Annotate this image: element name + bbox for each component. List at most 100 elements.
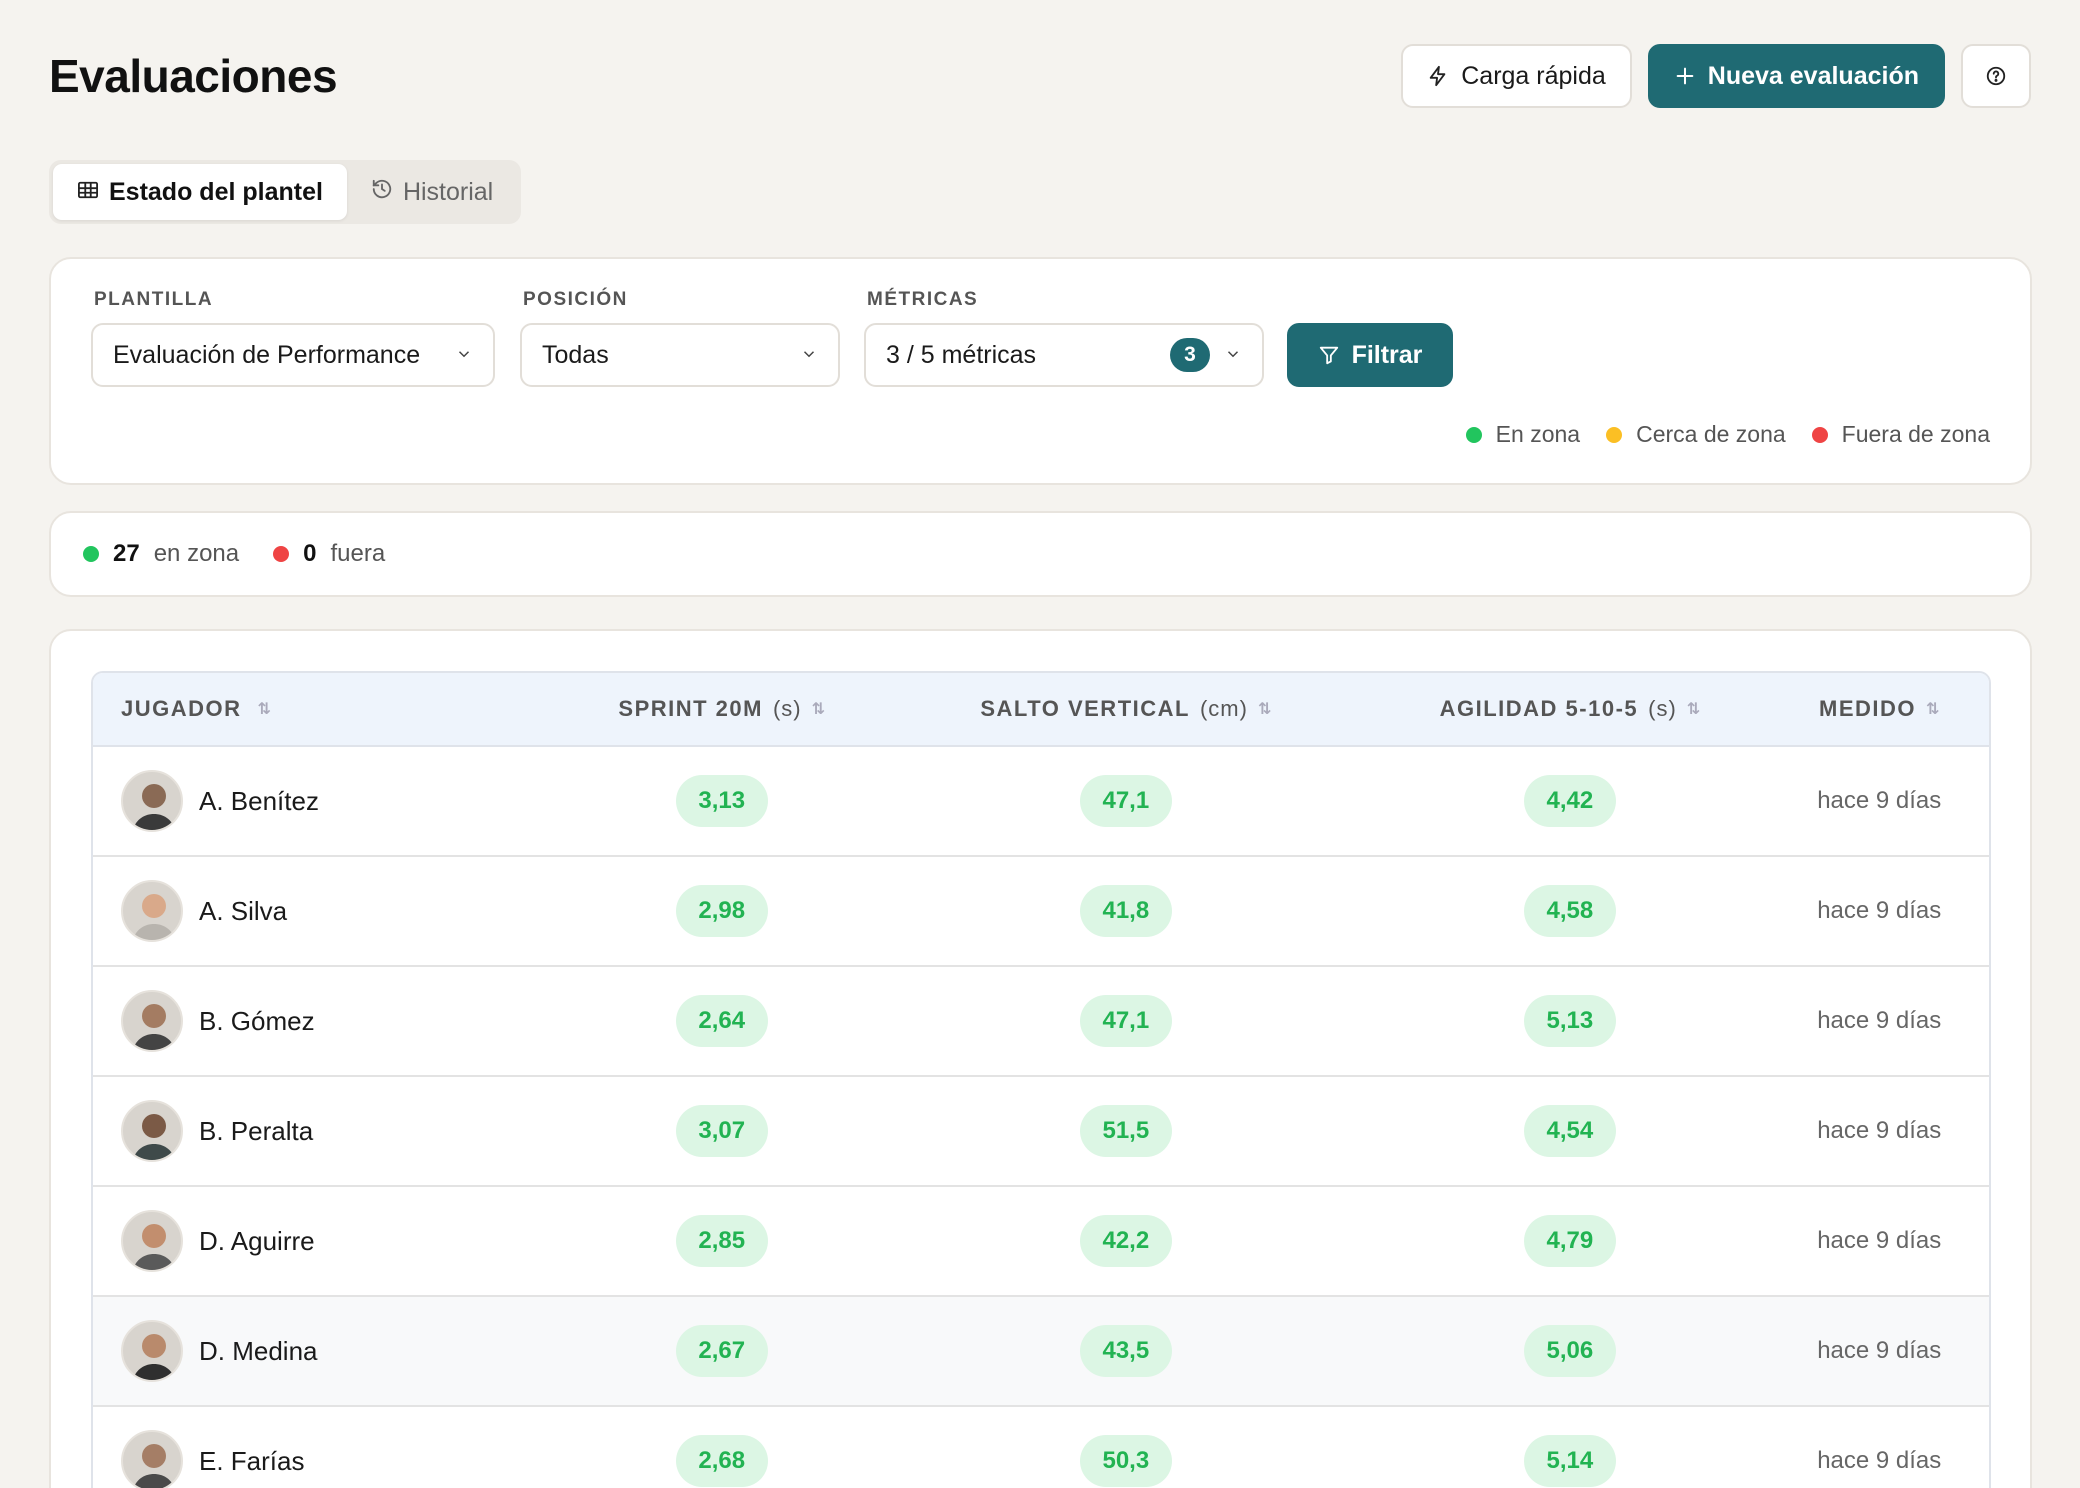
template-filter: PLANTILLA Evaluación de Performance [91,289,495,387]
legend-label: En zona [1495,421,1581,447]
legend-in-zone: En zona [1465,421,1581,448]
template-select[interactable]: Evaluación de Performance [91,323,495,387]
metrics-select-value: 3 / 5 métricas [886,340,1037,369]
player-name: B. Peralta [199,1115,314,1146]
metric-value-pill: 3,13 [675,775,768,827]
player-name: A. Benítez [199,785,319,816]
metrics-select[interactable]: 3 / 5 métricas 3 [864,323,1264,387]
history-icon [371,178,393,207]
new-evaluation-label: Nueva evaluación [1707,61,1919,90]
filter-button-label: Filtrar [1351,340,1423,369]
metric-value-pill: 41,8 [1079,885,1172,937]
measured-text: hace 9 días [1817,1227,1942,1254]
red-dot-icon [273,546,290,562]
position-select[interactable]: Todas [520,323,840,387]
chevron-down-icon [800,341,818,370]
metrics-filter-label: MÉTRICAS [867,289,979,310]
player-name: D. Medina [199,1335,318,1366]
agilidad-cell: 4,79 [1370,1215,1769,1267]
chevron-down-icon [1224,341,1242,370]
template-select-value: Evaluación de Performance [113,340,421,369]
player-name: E. Farías [199,1445,305,1476]
funnel-icon [1318,344,1340,366]
agilidad-cell: 5,14 [1370,1435,1769,1487]
column-header-salto[interactable]: SALTO VERTICAL (cm) ⇅ [881,696,1370,722]
sort-icon: ⇅ [257,701,271,718]
quick-load-button[interactable]: Carga rápida [1401,44,1632,108]
lightning-icon [1427,64,1449,88]
metrics-filter: MÉTRICAS 3 / 5 métricas 3 [864,289,1264,387]
metric-value-pill: 4,79 [1523,1215,1616,1267]
in-zone-count: 27 [113,540,140,567]
measured-cell: hace 9 días [1769,1337,1989,1365]
metric-value-pill: 3,07 [675,1105,768,1157]
filter-button[interactable]: Filtrar [1287,323,1453,387]
avatar [121,1210,183,1272]
sprint-cell: 2,64 [562,995,881,1047]
agilidad-cell: 4,58 [1370,885,1769,937]
player-cell: E. Farías [93,1430,562,1488]
table-row[interactable]: B. Peralta 3,07 51,5 4,54 hace 9 días [93,1077,1989,1187]
metric-value-pill: 47,1 [1079,995,1172,1047]
table-row[interactable]: B. Gómez 2,64 47,1 5,13 hace 9 días [93,967,1989,1077]
measured-cell: hace 9 días [1769,787,1989,815]
sprint-cell: 3,07 [562,1105,881,1157]
column-label: MEDIDO [1819,696,1917,721]
new-evaluation-button[interactable]: Nueva evaluación [1647,44,1945,108]
column-unit: (s) [1648,696,1677,721]
view-tabs: Estado del plantel Historial [49,160,522,224]
salto-cell: 42,2 [881,1215,1370,1267]
player-name: D. Aguirre [199,1225,315,1256]
player-name: A. Silva [199,895,288,926]
sort-icon: ⇅ [1926,701,1940,718]
sprint-cell: 3,13 [562,775,881,827]
table-row[interactable]: E. Farías 2,68 50,3 5,14 hace 9 días [93,1407,1989,1488]
player-cell: B. Gómez [93,990,562,1052]
zone-legend: En zona Cerca de zona Fuera de zona [1465,421,1990,448]
avatar [121,770,183,832]
player-cell: D. Aguirre [93,1210,562,1272]
help-button[interactable] [1961,44,2031,108]
metric-value-pill: 2,98 [675,885,768,937]
metric-value-pill: 51,5 [1079,1105,1172,1157]
out-label: fuera [330,540,386,567]
tab-historial[interactable]: Historial [347,164,517,220]
sprint-cell: 2,85 [562,1215,881,1267]
salto-cell: 47,1 [881,995,1370,1047]
table-row[interactable]: A. Benítez 3,13 47,1 4,42 hace 9 días [93,747,1989,857]
position-filter: POSICIÓN Todas [520,289,840,387]
position-filter-label: POSICIÓN [523,289,628,310]
player-cell: A. Silva [93,880,562,942]
metric-value-pill: 50,3 [1079,1435,1172,1487]
quick-load-label: Carga rápida [1461,61,1606,90]
metric-value-pill: 5,13 [1523,995,1616,1047]
metric-value-pill: 2,85 [675,1215,768,1267]
help-icon [1985,65,2007,87]
column-header-jugador[interactable]: JUGADOR ⇅ [93,696,562,722]
column-header-sprint[interactable]: SPRINT 20M (s) ⇅ [562,696,881,722]
sprint-cell: 2,67 [562,1325,881,1377]
player-name: B. Gómez [199,1005,315,1036]
metric-value-pill: 4,42 [1523,775,1616,827]
tab-estado-del-plantel[interactable]: Estado del plantel [53,164,347,220]
filters-card: PLANTILLA Evaluación de Performance POSI… [49,257,2032,485]
column-header-medido[interactable]: MEDIDO ⇅ [1769,696,1989,722]
measured-text: hace 9 días [1817,897,1942,924]
green-dot-icon [1465,426,1482,443]
legend-near-zone: Cerca de zona [1606,421,1786,448]
table-row[interactable]: D. Medina 2,67 43,5 5,06 hace 9 días [93,1297,1989,1407]
table-row[interactable]: A. Silva 2,98 41,8 4,58 hace 9 días [93,857,1989,967]
measured-text: hace 9 días [1817,1447,1942,1474]
measured-cell: hace 9 días [1769,897,1989,925]
salto-cell: 43,5 [881,1325,1370,1377]
chevron-down-icon [455,341,473,370]
column-label: JUGADOR [121,696,242,721]
avatar [121,1320,183,1382]
agilidad-cell: 4,54 [1370,1105,1769,1157]
column-header-agilidad[interactable]: AGILIDAD 5-10-5 (s) ⇅ [1370,696,1769,722]
table-row[interactable]: D. Aguirre 2,85 42,2 4,79 hace 9 días [93,1187,1989,1297]
yellow-dot-icon [1606,426,1623,443]
table-card: JUGADOR ⇅ SPRINT 20M (s) ⇅ SALTO VERTICA… [49,629,2032,1488]
table-header: JUGADOR ⇅ SPRINT 20M (s) ⇅ SALTO VERTICA… [93,673,1989,747]
position-select-value: Todas [542,340,609,369]
